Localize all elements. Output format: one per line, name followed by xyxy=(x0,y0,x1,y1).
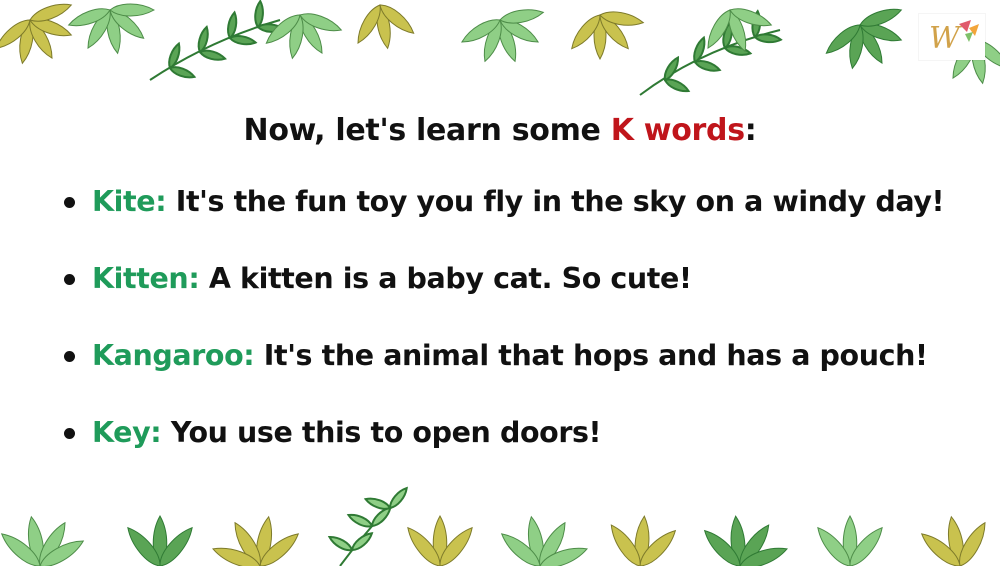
word-term: Key: xyxy=(92,416,162,449)
title-suffix: : xyxy=(744,113,757,148)
title-highlight: K words xyxy=(610,113,745,148)
word-definition: A kitten is a baby cat. So cute! xyxy=(199,262,692,295)
bullet-icon xyxy=(64,428,75,439)
bullet-icon xyxy=(64,274,75,285)
bottom-leaf-border xyxy=(0,466,1000,566)
bullet-icon xyxy=(64,197,75,208)
word-term: Kangaroo: xyxy=(92,339,255,372)
word-term: Kitten: xyxy=(92,262,200,295)
word-definition: It's the animal that hops and has a pouc… xyxy=(254,339,928,372)
word-entry: Kite: It's the fun toy you fly in the sk… xyxy=(92,180,945,224)
svg-text:W: W xyxy=(929,21,962,56)
word-definition: It's the fun toy you fly in the sky on a… xyxy=(166,185,945,218)
word-term: Kite: xyxy=(92,185,167,218)
word-entry: Key: You use this to open doors! xyxy=(92,411,602,455)
word-entry: Kangaroo: It's the animal that hops and … xyxy=(92,334,928,378)
bullet-icon xyxy=(64,351,75,362)
page-title: Now, let's learn some K words: xyxy=(0,111,1000,151)
top-leaf-border xyxy=(0,0,1000,112)
word-definition: You use this to open doors! xyxy=(161,416,602,449)
title-prefix: Now, let's learn some xyxy=(243,113,611,148)
w-monogram-logo-icon: W xyxy=(919,14,985,60)
word-entry: Kitten: A kitten is a baby cat. So cute! xyxy=(92,257,692,301)
